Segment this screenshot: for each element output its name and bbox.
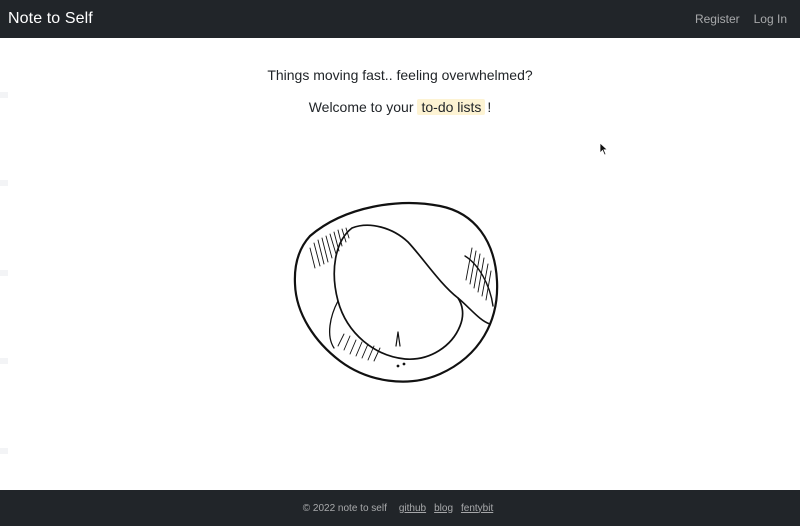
brand-link[interactable]: Note to Self (8, 10, 93, 28)
todo-lists-link[interactable]: to-do lists (417, 99, 486, 115)
copyright-text: © 2022 note to self (302, 502, 387, 514)
page: Note to Self Register Log In Things movi… (0, 0, 800, 526)
tagline: Things moving fast.. feeling overwhelmed… (267, 67, 533, 83)
login-link[interactable]: Log In (754, 12, 787, 26)
fentybit-link[interactable]: fentybit (461, 503, 493, 514)
welcome-prefix: Welcome to your (308, 99, 414, 115)
main-content: Things moving fast.. feeling overwhelmed… (0, 38, 800, 490)
blog-link[interactable]: blog (434, 503, 453, 514)
register-link[interactable]: Register (695, 12, 740, 26)
github-link[interactable]: github (399, 503, 426, 514)
welcome-line: Welcome to your to-do lists! (0, 99, 800, 115)
footer: © 2022 note to self github blog fentybit (0, 490, 800, 526)
nav-links: Register Log In (695, 12, 787, 26)
mobius-strip-icon (293, 201, 499, 383)
mouse-cursor-icon (599, 142, 609, 156)
welcome-suffix: ! (487, 99, 492, 115)
navbar: Note to Self Register Log In (0, 0, 800, 38)
